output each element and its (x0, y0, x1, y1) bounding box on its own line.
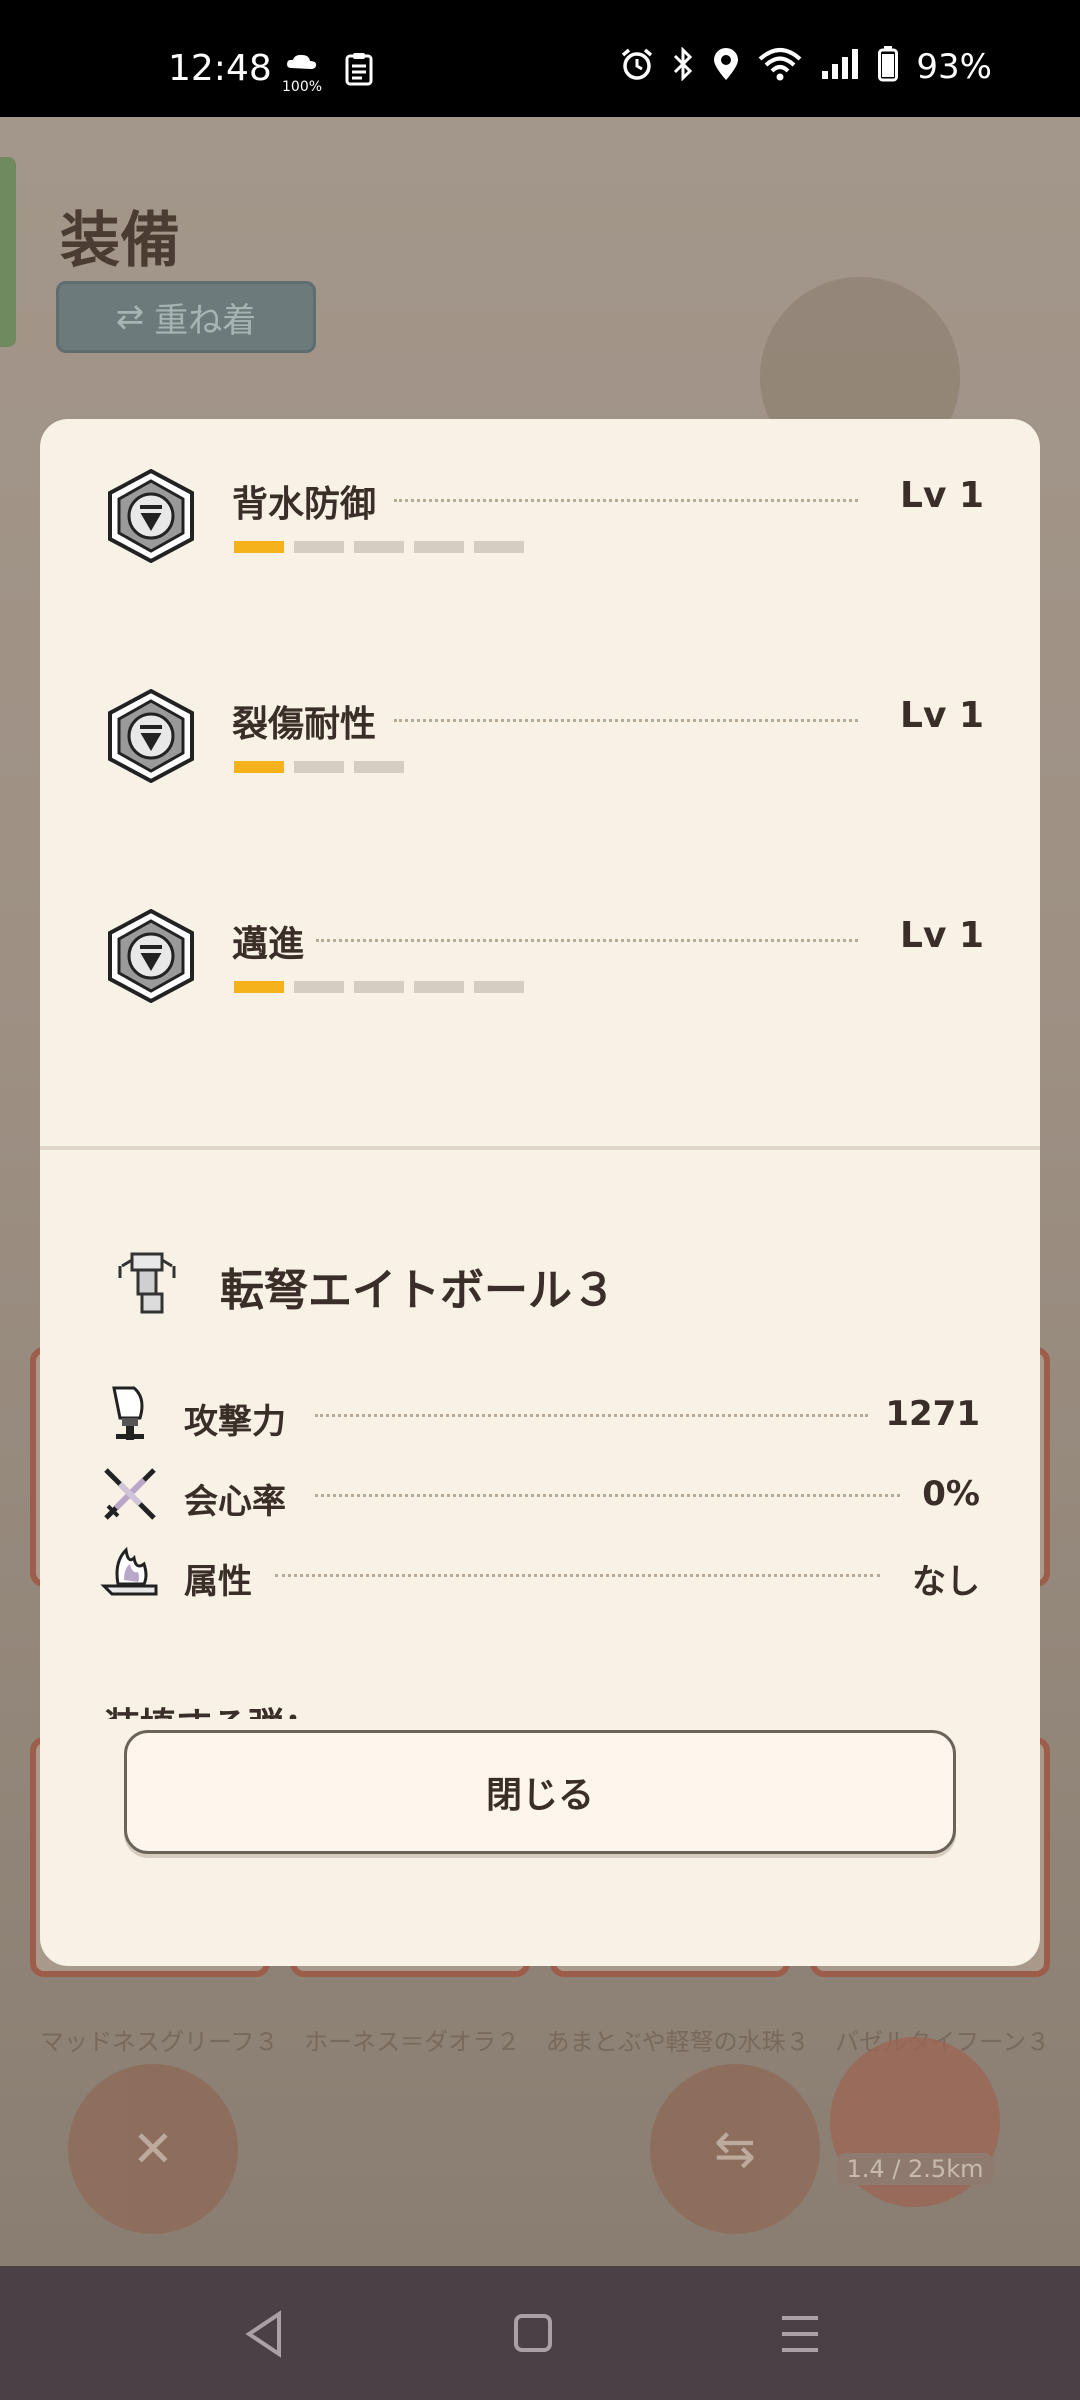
skill-row: 邁進 Lv 1 (104, 909, 984, 1019)
level-bar-filled (234, 761, 284, 773)
weather-icon: 100% (282, 50, 322, 94)
stat-row-affinity: 会心率 0% (100, 1464, 980, 1534)
level-bar-filled (234, 981, 284, 993)
dotted-leader (315, 1494, 900, 1497)
level-bar-empty (294, 541, 344, 553)
level-bar-filled (234, 541, 284, 553)
swap-circle-button[interactable]: ⇆ (650, 2064, 820, 2234)
distance-label: 1.4 / 2.5km (836, 2153, 994, 2185)
companion-avatar[interactable]: 1.4 / 2.5km (830, 2037, 1000, 2207)
skill-level: Lv 1 (900, 475, 984, 516)
skill-badge-icon (108, 469, 194, 563)
stat-value: 1271 (885, 1394, 980, 1434)
skill-level-bars (234, 981, 524, 993)
layer-icon: ⇄ (115, 297, 145, 337)
bowgun-icon (118, 1252, 176, 1314)
stat-value: 0% (922, 1474, 980, 1514)
skill-badge-icon (108, 689, 194, 783)
weather-percent: 100% (282, 79, 323, 95)
skill-row: 背水防御 Lv 1 (104, 469, 984, 579)
skill-level-bars (234, 761, 404, 773)
ammo-section-heading: 装填する弾： (104, 1697, 320, 1719)
layer-button-label: 重ね着 (154, 300, 257, 341)
level-bar-empty (414, 981, 464, 993)
element-icon (100, 1546, 158, 1596)
equipment-label: あまとぶや軽弩の水珠３ (545, 2028, 810, 2056)
home-icon[interactable] (503, 2306, 563, 2362)
level-bar-empty (354, 981, 404, 993)
status-bar: 12:48 100% 93% (0, 0, 1080, 117)
sword-icon (112, 1386, 144, 1440)
bluetooth-icon (672, 46, 694, 87)
level-bar-empty (474, 981, 524, 993)
weapon-name: 転弩エイトボール３ (220, 1265, 616, 1316)
stat-row-element: 属性 なし (100, 1544, 980, 1614)
critical-icon (104, 1468, 156, 1520)
skill-level: Lv 1 (900, 915, 984, 956)
stat-row-attack: 攻撃力 1271 (100, 1384, 980, 1454)
recents-icon[interactable] (770, 2306, 830, 2362)
skill-row: 裂傷耐性 Lv 1 (104, 689, 984, 799)
stat-value: なし (912, 1562, 980, 1602)
back-icon[interactable] (235, 2306, 295, 2362)
level-bar-empty (294, 761, 344, 773)
level-bar-empty (414, 541, 464, 553)
layer-button[interactable]: ⇄ 重ね着 (56, 281, 316, 353)
stat-label: 攻撃力 (184, 1402, 286, 1442)
dotted-leader (316, 939, 858, 942)
skill-name: 邁進 (232, 924, 305, 965)
skill-level: Lv 1 (900, 695, 984, 736)
level-bar-empty (354, 761, 404, 773)
stat-label: 会心率 (184, 1482, 286, 1522)
equipment-label: マッドネスグリーフ３ (40, 2028, 279, 2056)
dotted-leader (394, 719, 858, 722)
cancel-circle-button[interactable]: ✕ (68, 2064, 238, 2234)
clipboard-icon (344, 52, 374, 92)
battery-percent: 93% (916, 47, 992, 87)
alarm-icon (620, 47, 654, 87)
section-divider (40, 1146, 1040, 1150)
equipment-label: ホーネス＝ダオラ２ (304, 2028, 521, 2056)
wifi-icon (758, 47, 802, 87)
skill-level-bars (234, 541, 524, 553)
skill-name: 裂傷耐性 (232, 704, 377, 745)
status-time: 12:48 (168, 48, 272, 89)
dotted-leader (275, 1574, 880, 1577)
level-bar-empty (474, 541, 524, 553)
skill-badge-icon (108, 909, 194, 1003)
stat-label: 属性 (184, 1562, 252, 1602)
level-bar-empty (294, 981, 344, 993)
system-nav-bar (0, 2266, 1080, 2400)
battery-icon (878, 46, 899, 88)
level-bar-empty (354, 541, 404, 553)
location-icon (712, 47, 740, 87)
side-tab[interactable] (0, 157, 16, 347)
dotted-leader (315, 1414, 868, 1417)
signal-icon (820, 47, 860, 87)
close-button[interactable]: 閉じる (124, 1730, 956, 1854)
page-title: 装備 (60, 206, 180, 276)
equipment-detail-dialog: 背水防御 Lv 1 裂傷耐性 Lv 1 邁進 Lv 1 転弩エイトボール３ 攻撃… (40, 419, 1040, 1966)
dotted-leader (394, 499, 858, 502)
skill-name: 背水防御 (232, 484, 377, 525)
